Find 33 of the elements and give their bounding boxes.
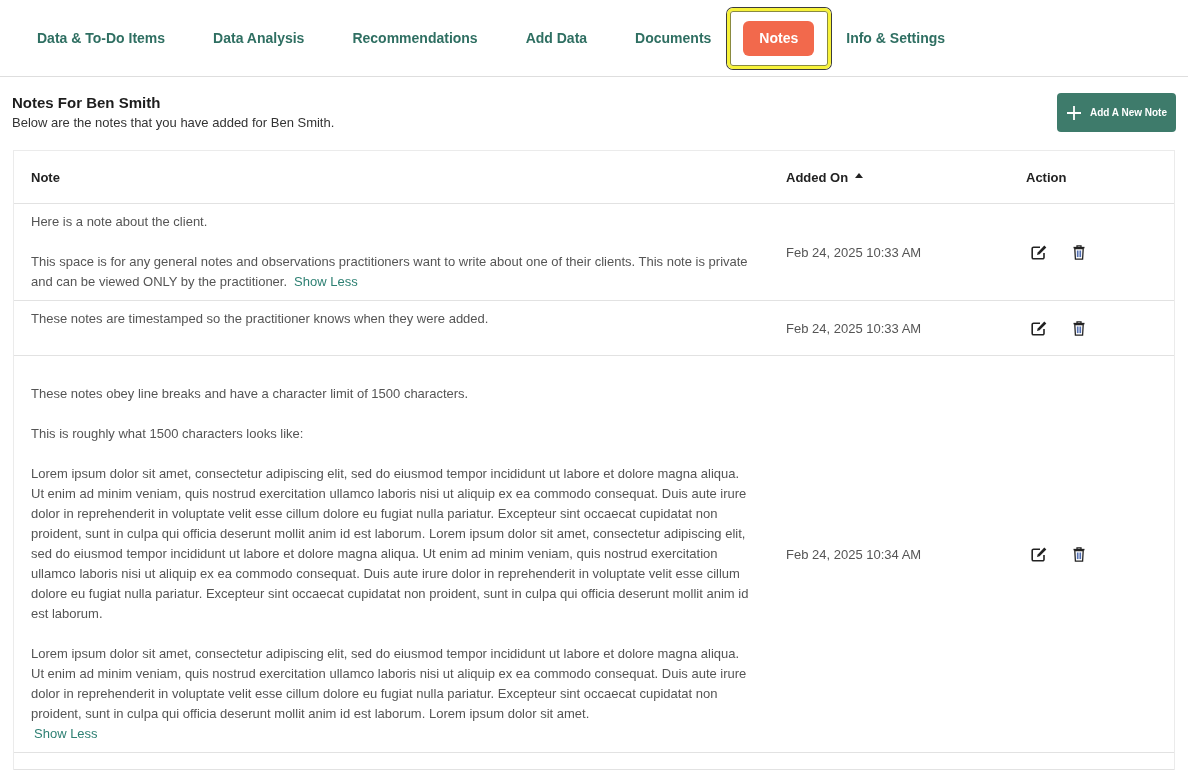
column-header: Added On [786, 169, 849, 185]
tab[interactable]: Data Analysis [197, 20, 321, 56]
trash-icon [1073, 320, 1085, 336]
tab[interactable]: Documents [619, 20, 728, 56]
note-text: Lorem ipsum dolor sit amet, consectetur adipiscing elit, sed do eiusmod tempor incididunt ut labore et dolore magna aliqua. Ut enim ad minim veniam, quis nostrud exercitation ullamco laboris nisi ut aliquip ex ea commodo consequat. Duis aute irure dolor in reprehenderit in voluptate velit esse cillum dolore eu fugiat nulla pariatur. Excepteur sint occaecat cupidatat non proident, sunt in culpa qui officia deserunt mollit anim id est laborum. Lorem ipsum dolor sit amet, consectetur adipiscing elit, sed do eiusmod tempor incididunt ut labore et dolore magna aliqua. Ut enim ad minim veniam, quis nostrud exercitation ullamco laboris nisi ut aliquip ex ea commodo consequat. Duis aute irure dolor in reprehenderit in voluptate velit esse cillum dolore eu fugiat nulla pariatur. Excepteur sint occaecat cupidatat non proident, sunt in culpa qui officia deserunt mollit anim id est laborum. [31, 465, 750, 623]
edit-icon [1031, 320, 1047, 336]
edit-icon [1031, 546, 1047, 562]
sort-caret-icon[interactable] [855, 173, 864, 178]
note-text: Here is a note about the client. [31, 213, 209, 231]
date-cell: Feb 24, 2025 10:34 AM [786, 546, 922, 562]
edit-icon [1031, 244, 1047, 260]
note-text: This space is for any general notes and observations practitioners want to write about one of their clients. This note is private and can be viewed ONLY by the practitioner. Show Less [31, 253, 749, 291]
plus-icon [1066, 105, 1081, 120]
note-text: These notes are timestamped so the practitioner knows when they were added. [31, 310, 490, 328]
date-cell: Feb 24, 2025 10:33 AM [786, 320, 922, 336]
column-header: Note [31, 169, 60, 185]
tab[interactable]: Add Data [509, 20, 604, 56]
date-cell: Feb 24, 2025 10:33 AM [786, 244, 922, 260]
column-header: Action [1026, 169, 1067, 185]
tab[interactable]: Notes [743, 20, 815, 56]
show-less-link[interactable]: Show Less [294, 274, 358, 289]
note-text: Lorem ipsum dolor sit amet, consectetur adipiscing elit, sed do eiusmod tempor incididunt ut labore et dolore magna aliqua. Ut enim ad minim veniam, quis nostrud exercitation ullamco laboris nisi ut aliquip ex ea commodo consequat. Duis aute irure dolor in reprehenderit in voluptate velit esse cillum dolore eu fugiat nulla pariatur. Excepteur sint occaecat cupidatat non proident, sunt in culpa qui officia deserunt mollit anim id est laborum. Lorem ipsum dolor sit amet. [31, 645, 748, 723]
add-note-button[interactable]: Add A New Note [1056, 93, 1176, 132]
page-title: Notes For Ben Smith [12, 93, 162, 113]
tab[interactable]: Data & To-Do Items [21, 20, 182, 56]
tab[interactable]: Info & Settings [830, 20, 962, 56]
tab[interactable]: Recommendations [336, 20, 494, 56]
page-subtitle: Below are the notes that you have added for Ben Smith. [12, 114, 335, 132]
trash-icon [1073, 244, 1085, 260]
note-text: This is roughly what 1500 characters looks like: [31, 425, 305, 443]
note-text: These notes obey line breaks and have a character limit of 1500 characters. [31, 385, 470, 403]
show-less-link[interactable]: Show Less [34, 726, 98, 741]
trash-icon [1073, 546, 1085, 562]
